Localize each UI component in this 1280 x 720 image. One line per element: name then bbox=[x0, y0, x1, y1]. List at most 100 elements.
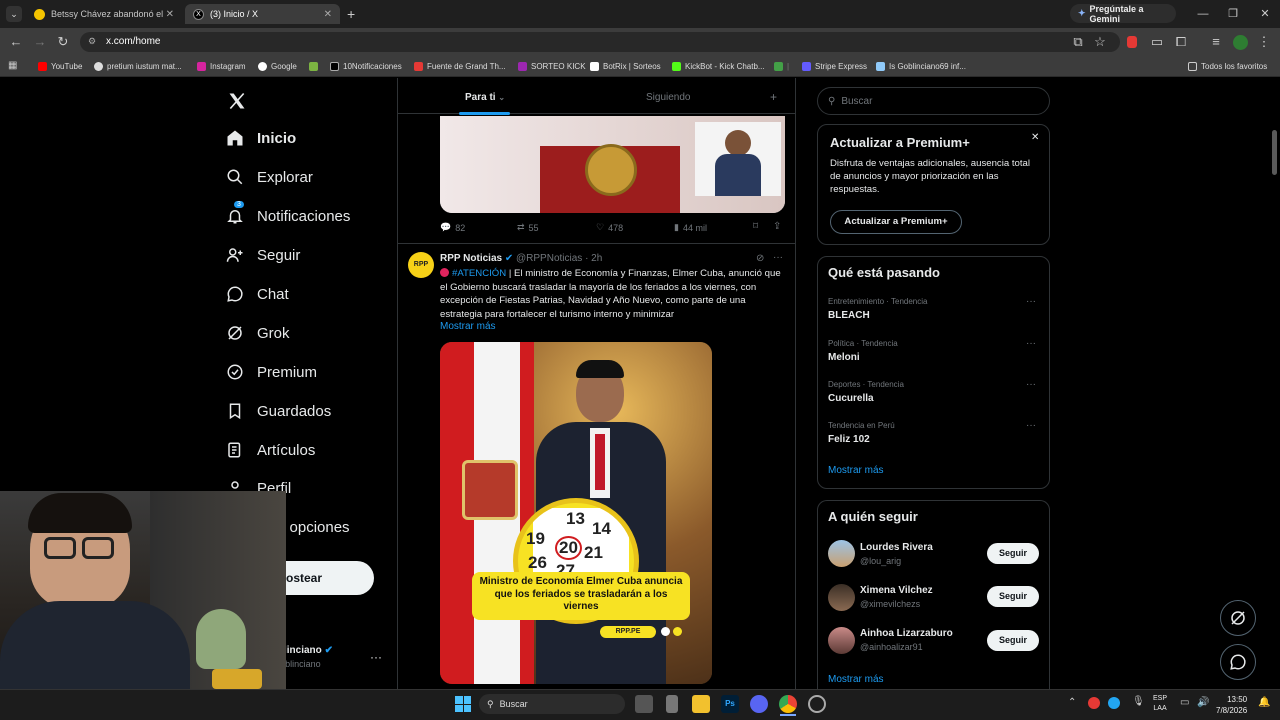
minimize-icon[interactable]: — bbox=[1188, 4, 1218, 24]
browser-tab[interactable]: Betssy Chávez abandonó el Per ✕ bbox=[26, 4, 182, 24]
follow-name[interactable]: Ximena Vilchez bbox=[860, 585, 933, 596]
tray-app-icon[interactable] bbox=[1088, 697, 1100, 709]
clock[interactable]: 13:50 7/8/2026 bbox=[1216, 694, 1247, 716]
extensions-puzzle-icon[interactable]: ⧠ bbox=[1173, 34, 1189, 50]
bookmark-star-icon[interactable]: ☆ bbox=[1092, 34, 1108, 50]
nav-articles[interactable]: Artículos bbox=[226, 438, 315, 462]
bookmark-item[interactable] bbox=[309, 59, 322, 73]
rpp-avatar[interactable]: RPP bbox=[408, 252, 434, 278]
site-info-icon[interactable]: ⚙ bbox=[88, 36, 96, 47]
trend-item[interactable]: Entretenimiento · Tendencia BLEACH bbox=[828, 297, 927, 321]
bookmark-item[interactable]: | bbox=[774, 59, 789, 73]
browser-menu-icon[interactable]: ⋮ bbox=[1256, 34, 1272, 50]
bookmark-item[interactable]: Google bbox=[258, 59, 297, 73]
account-menu-icon[interactable]: ··· bbox=[370, 650, 382, 664]
back-icon[interactable]: ← bbox=[8, 34, 24, 50]
volume-icon[interactable]: 🔊 bbox=[1197, 697, 1209, 708]
nav-explore[interactable]: Explorar bbox=[226, 165, 313, 189]
author-name[interactable]: RPP Noticias bbox=[440, 253, 502, 264]
follow-name[interactable]: Ainhoa Lizarzaburo bbox=[860, 628, 953, 639]
bookmark-item[interactable]: Instagram bbox=[197, 59, 246, 73]
bookmark-item[interactable]: Is Goblinciano69 inf... bbox=[876, 59, 966, 73]
nav-grok[interactable]: Grok bbox=[226, 321, 290, 345]
share-icon[interactable]: ⇪ bbox=[773, 221, 781, 232]
hashtag-link[interactable]: #ATENCIÓN bbox=[452, 268, 506, 279]
forward-icon[interactable]: → bbox=[32, 34, 48, 50]
show-hidden-icons[interactable]: ⌃ bbox=[1068, 697, 1076, 708]
tweet-image[interactable]: 13 14 19 20 21 26 27 Ministro de Economí… bbox=[440, 342, 712, 684]
bookmark-icon[interactable]: ⌑ bbox=[753, 221, 758, 232]
photoshop-icon[interactable]: Ps bbox=[721, 695, 739, 713]
trend-more-icon[interactable]: ··· bbox=[1026, 379, 1036, 390]
task-view-icon[interactable] bbox=[635, 695, 653, 713]
gemini-button[interactable]: ✦ Pregúntale a Gemini bbox=[1070, 4, 1176, 24]
follow-avatar[interactable] bbox=[828, 584, 855, 611]
app-icon[interactable] bbox=[808, 695, 826, 713]
reload-icon[interactable]: ↻ bbox=[55, 34, 71, 50]
network-icon[interactable]: ▭ bbox=[1180, 697, 1189, 708]
like-action[interactable]: ♡ 478 bbox=[596, 222, 623, 233]
profile-avatar[interactable] bbox=[1233, 35, 1248, 50]
microphone-icon[interactable]: 🎙 bbox=[1132, 696, 1145, 707]
media-controls-icon[interactable]: ≡ bbox=[1208, 34, 1224, 50]
follow-show-more[interactable]: Mostrar más bbox=[828, 674, 884, 685]
page-scrollbar-thumb[interactable] bbox=[1272, 130, 1277, 175]
follow-avatar[interactable] bbox=[828, 627, 855, 654]
bookmark-item[interactable]: 10Notificaciones bbox=[330, 59, 402, 73]
trend-item[interactable]: Tendencia en Perú Feliz 102 bbox=[828, 421, 895, 445]
bookmark-item[interactable]: pretium iustum mat... bbox=[94, 59, 182, 73]
follow-avatar[interactable] bbox=[828, 540, 855, 567]
reply-action[interactable]: 💬 82 bbox=[440, 222, 465, 233]
file-explorer-icon[interactable] bbox=[692, 695, 710, 713]
app-icon[interactable] bbox=[666, 695, 678, 713]
x-logo-icon[interactable] bbox=[224, 88, 250, 114]
prev-tweet-image[interactable] bbox=[440, 116, 785, 213]
browser-tab-active[interactable]: X (3) Inicio / X ✕ bbox=[185, 4, 340, 24]
nav-premium[interactable]: Premium bbox=[226, 360, 317, 384]
tweet-more-icon[interactable]: ··· bbox=[773, 252, 783, 263]
add-tab-icon[interactable]: + bbox=[770, 90, 777, 104]
tab-following[interactable]: Siguiendo bbox=[646, 92, 690, 103]
chrome-icon[interactable] bbox=[779, 695, 797, 713]
nav-chat[interactable]: Chat bbox=[226, 282, 289, 306]
start-icon[interactable] bbox=[455, 696, 471, 712]
close-tab-icon[interactable]: ✕ bbox=[166, 9, 174, 20]
follow-button[interactable]: Seguir bbox=[987, 543, 1039, 564]
nav-notifications[interactable]: 3 Notificaciones bbox=[226, 201, 350, 228]
extension-icon[interactable]: ▭ bbox=[1149, 34, 1165, 50]
search-box[interactable]: ⚲ Buscar bbox=[817, 87, 1050, 115]
url-bar[interactable]: x.com/home bbox=[80, 32, 1120, 52]
discord-icon[interactable] bbox=[750, 695, 768, 713]
follow-button[interactable]: Seguir bbox=[987, 586, 1039, 607]
extension-icon[interactable] bbox=[1127, 36, 1137, 48]
close-window-icon[interactable]: ✕ bbox=[1250, 4, 1280, 24]
trend-item[interactable]: Política · Tendencia Meloni bbox=[828, 339, 898, 363]
upgrade-premium-button[interactable]: Actualizar a Premium+ bbox=[830, 210, 962, 234]
bookmark-item[interactable]: SORTEO KICK bbox=[518, 59, 586, 73]
bookmark-item[interactable]: KickBot - Kick Chatb... bbox=[672, 59, 765, 73]
nav-bookmarks[interactable]: Guardados bbox=[226, 399, 331, 423]
grok-float-button[interactable] bbox=[1220, 600, 1256, 636]
messages-float-button[interactable] bbox=[1220, 644, 1256, 680]
install-icon[interactable]: ⧉ bbox=[1070, 34, 1086, 50]
grok-explain-icon[interactable]: ⊘ bbox=[756, 253, 764, 264]
views-stat[interactable]: ▮ 44 mil bbox=[674, 222, 707, 233]
close-tab-icon[interactable]: ✕ bbox=[324, 9, 332, 20]
follow-button[interactable]: Seguir bbox=[987, 630, 1039, 651]
bookmark-item[interactable]: BotRix | Sorteos bbox=[590, 59, 661, 73]
trend-more-icon[interactable]: ··· bbox=[1026, 420, 1036, 431]
new-tab-icon[interactable]: + bbox=[347, 6, 355, 22]
close-icon[interactable]: ✕ bbox=[1031, 132, 1039, 143]
follow-name[interactable]: Lourdes Rivera bbox=[860, 542, 933, 553]
nav-home[interactable]: Inicio bbox=[226, 126, 296, 150]
repost-action[interactable]: ⇄ 55 bbox=[517, 222, 539, 233]
bookmark-item[interactable]: Fuente de Grand Th... bbox=[414, 59, 506, 73]
taskbar-search[interactable]: ⚲ Buscar bbox=[479, 694, 625, 714]
trend-more-icon[interactable]: ··· bbox=[1026, 296, 1036, 307]
notifications-icon[interactable]: 🔔 bbox=[1258, 697, 1270, 708]
nav-follow[interactable]: Seguir bbox=[226, 243, 300, 267]
tab-for-you[interactable]: Para ti ⌄ bbox=[465, 92, 505, 103]
trend-more-icon[interactable]: ··· bbox=[1026, 338, 1036, 349]
bookmark-item[interactable]: Stripe Express bbox=[802, 59, 867, 73]
all-bookmarks-folder[interactable]: Todos los favoritos bbox=[1188, 59, 1267, 73]
